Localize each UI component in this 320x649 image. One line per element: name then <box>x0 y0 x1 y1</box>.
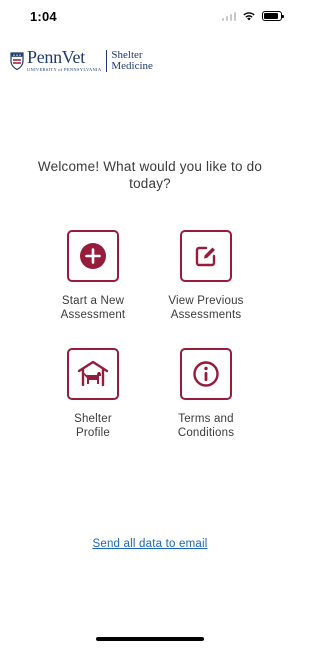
logo-shelter-text: Shelter <box>111 48 143 61</box>
terms-and-conditions-label-line1: Terms and <box>178 413 234 425</box>
status-bar: 1:04 <box>0 0 300 34</box>
logo-university-text: UNIVERSITY of PENNSYLVANIA <box>27 67 102 72</box>
start-new-assessment-label: Start a New Assessment <box>38 294 148 322</box>
view-previous-assessments-label: View Previous Assessments <box>151 294 261 322</box>
home-indicator[interactable] <box>96 637 204 641</box>
start-new-assessment-label-line1: Start a New <box>61 295 125 307</box>
battery-level <box>264 13 278 19</box>
view-previous-assessments-button[interactable]: View Previous Assessments <box>151 230 261 322</box>
shelter-profile-icon-box[interactable] <box>67 348 119 400</box>
view-previous-assessments-label-line2: Assessments <box>170 309 242 321</box>
wifi-icon <box>243 12 255 21</box>
shelter-profile-button[interactable]: Shelter Profile <box>38 348 148 440</box>
terms-and-conditions-label: Terms and Conditions <box>151 412 261 440</box>
pennvet-shelter-medicine-logo: PennVet UNIVERSITY of PENNSYLVANIA Shelt… <box>10 47 153 72</box>
shelter-profile-label-line2: Profile <box>76 427 110 439</box>
shelter-profile-label: Shelter Profile <box>38 412 148 440</box>
logo-medicine-text: Medicine <box>111 59 153 72</box>
edit-icon <box>195 246 216 267</box>
info-icon <box>193 361 219 387</box>
terms-and-conditions-icon-box[interactable] <box>180 348 232 400</box>
status-icons <box>221 11 284 21</box>
shelter-dog-icon <box>77 360 109 387</box>
battery-icon <box>262 11 284 21</box>
start-new-assessment-label-line2: Assessment <box>60 309 126 321</box>
logo-pennvet-text: PennVet <box>27 47 85 67</box>
status-time: 1:04 <box>30 9 57 24</box>
start-new-assessment-icon-box[interactable] <box>67 230 119 282</box>
start-new-assessment-button[interactable]: Start a New Assessment <box>38 230 148 322</box>
shelter-profile-label-line1: Shelter <box>74 413 112 425</box>
cellular-signal-icon <box>221 11 236 21</box>
plus-circle-icon <box>80 243 106 269</box>
view-previous-assessments-icon-box[interactable] <box>180 230 232 282</box>
logo-shelter-medicine: Shelter Medicine <box>111 48 153 72</box>
logo-divider <box>106 49 108 72</box>
penn-shield-icon <box>10 51 24 70</box>
terms-and-conditions-button[interactable]: Terms and Conditions <box>151 348 261 440</box>
send-data-to-email-link[interactable]: Send all data to email <box>0 538 300 550</box>
welcome-heading: Welcome! What would you like to do today… <box>37 159 263 191</box>
terms-and-conditions-label-line2: Conditions <box>177 427 235 439</box>
view-previous-assessments-label-line1: View Previous <box>168 295 244 307</box>
